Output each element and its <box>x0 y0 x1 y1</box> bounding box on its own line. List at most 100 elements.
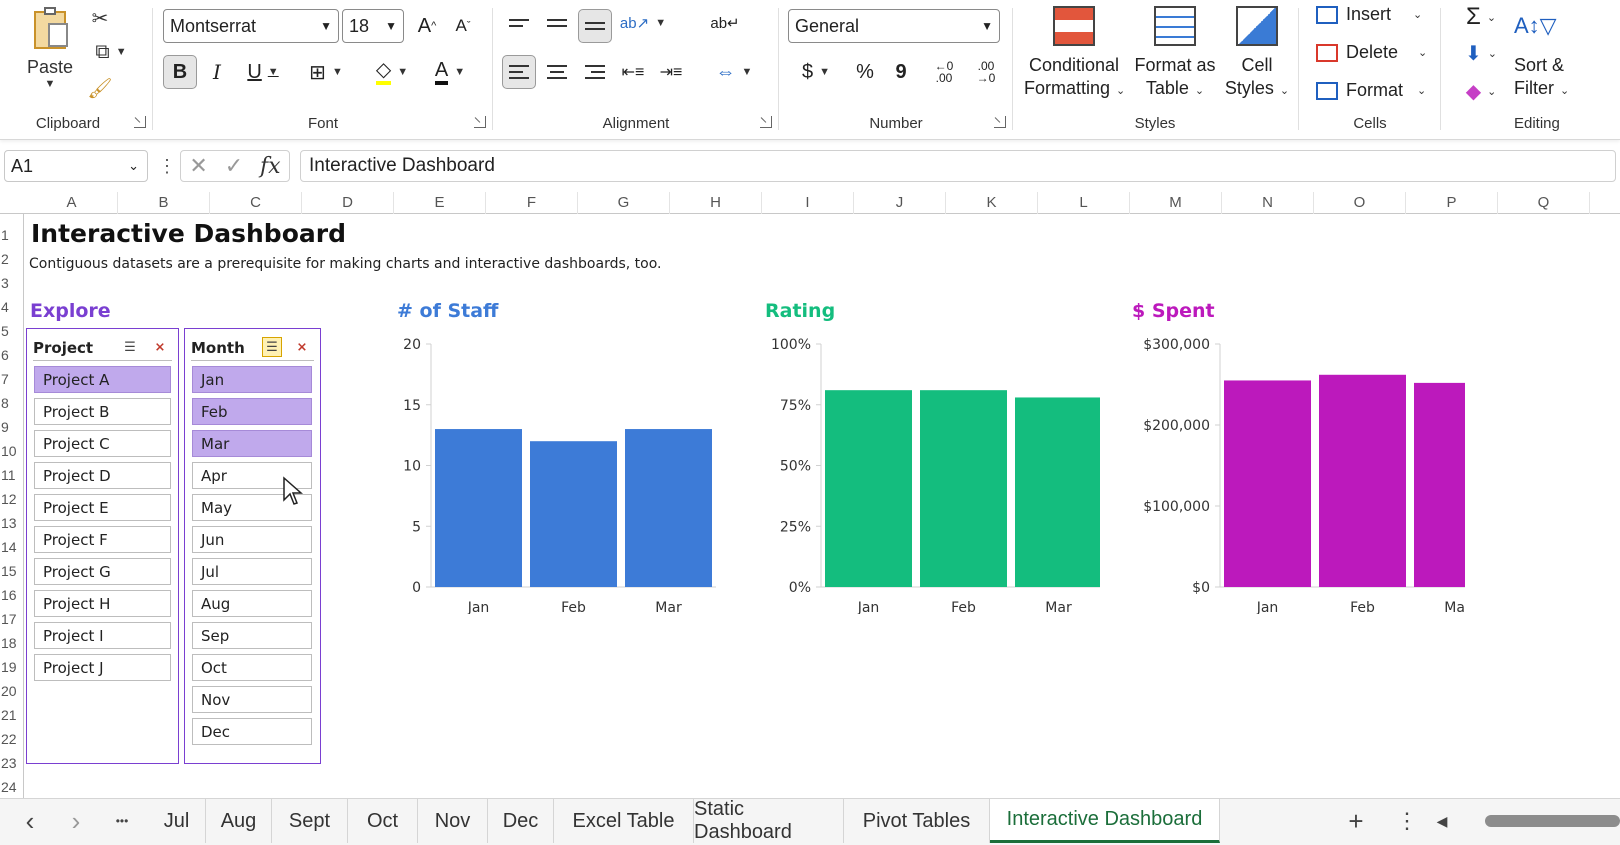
multi-select-icon[interactable]: ☰ <box>262 337 282 357</box>
sheet-tab[interactable]: Interactive Dashboard <box>990 799 1220 843</box>
format-painter-button[interactable]: 🖌 <box>86 74 114 102</box>
column-header[interactable]: O <box>1314 192 1406 214</box>
column-header[interactable]: F <box>486 192 578 214</box>
column-header[interactable]: B <box>118 192 210 214</box>
rating-chart-title[interactable]: Rating <box>765 300 835 322</box>
slicer-item[interactable]: Project B <box>34 398 171 425</box>
percent-button[interactable]: % <box>848 55 882 89</box>
row-header[interactable]: 11 <box>0 467 24 483</box>
row-header[interactable]: 10 <box>0 443 24 459</box>
slicer-item[interactable]: Project H <box>34 590 171 617</box>
clear-button[interactable]: ◆ ⌄ <box>1456 74 1506 108</box>
add-sheet-button[interactable]: + <box>1336 799 1376 843</box>
align-left-button[interactable] <box>502 55 536 89</box>
formula-input[interactable]: Interactive Dashboard <box>300 150 1616 182</box>
row-header[interactable]: 21 <box>0 707 24 723</box>
clipboard-launcher-icon[interactable] <box>134 116 146 128</box>
staff-chart-title[interactable]: # of Staff <box>397 300 498 322</box>
font-size-select[interactable]: 18 ▼ <box>342 9 404 43</box>
orientation-button[interactable]: ab↗ ▼ <box>618 6 668 40</box>
row-header[interactable]: 17 <box>0 611 24 627</box>
align-middle-button[interactable] <box>540 6 574 40</box>
slicer-item[interactable]: Project C <box>34 430 171 457</box>
row-header[interactable]: 24 <box>0 779 24 795</box>
row-header[interactable]: 23 <box>0 755 24 771</box>
row-header[interactable]: 8 <box>0 395 24 411</box>
sheet-tab[interactable]: Excel Table <box>554 799 694 843</box>
font-color-button[interactable]: A ▼ <box>424 55 476 89</box>
row-header[interactable]: 9 <box>0 419 24 435</box>
grow-font-button[interactable]: A ^ <box>410 9 444 43</box>
fill-color-button[interactable]: ◇ ▼ <box>366 55 418 89</box>
comma-style-button[interactable]: 9 <box>884 55 918 89</box>
sheet-tab[interactable]: Oct <box>348 799 418 843</box>
slicer-item[interactable]: Sep <box>192 622 312 649</box>
column-header[interactable]: L <box>1038 192 1130 214</box>
paste-dropdown-icon[interactable]: ▼ <box>45 78 56 90</box>
row-header[interactable]: 2 <box>0 251 24 267</box>
column-header[interactable]: Q <box>1498 192 1590 214</box>
column-header[interactable]: J <box>854 192 946 214</box>
sheet-tab[interactable]: Sept <box>272 799 348 843</box>
worksheet[interactable]: Interactive Dashboard Contiguous dataset… <box>25 214 1620 798</box>
slicer-item[interactable]: Jul <box>192 558 312 585</box>
number-format-select[interactable]: General ▼ <box>788 9 1000 43</box>
cell-styles-button[interactable]: Cell Styles ⌄ <box>1222 6 1292 103</box>
underline-button[interactable]: U ▼ <box>238 55 288 89</box>
conditional-formatting-button[interactable]: Conditional Formatting ⌄ <box>1024 6 1125 103</box>
number-launcher-icon[interactable] <box>994 116 1006 128</box>
merge-center-button[interactable]: ⇔ ▼ <box>708 55 760 89</box>
slicer-item[interactable]: Jun <box>192 526 312 553</box>
column-header[interactable]: M <box>1130 192 1222 214</box>
prev-sheet-button[interactable]: ‹ <box>10 799 50 843</box>
sheet-tab[interactable]: Static Dashboard <box>694 798 844 843</box>
slicer-item[interactable]: Project A <box>34 366 171 393</box>
more-options-icon[interactable]: ⋮ <box>158 156 176 177</box>
row-header[interactable]: 1 <box>0 227 24 243</box>
scroll-left-icon[interactable]: ◀ <box>1432 799 1452 843</box>
sheet-tab[interactable]: Pivot Tables <box>844 799 990 843</box>
row-header[interactable]: 7 <box>0 371 24 387</box>
alignment-launcher-icon[interactable] <box>760 116 772 128</box>
row-header[interactable]: 3 <box>0 275 24 291</box>
fill-button[interactable]: ⬇ ⌄ <box>1456 36 1506 70</box>
copy-button[interactable]: ⧉ ▼ <box>86 38 136 66</box>
name-box[interactable]: A1 ⌄ <box>4 150 148 182</box>
delete-button[interactable]: Delete ⌄ <box>1316 42 1427 63</box>
column-header[interactable]: D <box>302 192 394 214</box>
format-cells-button[interactable]: Format ⌄ <box>1316 80 1426 101</box>
wrap-text-button[interactable]: ab↵ <box>708 6 742 40</box>
next-sheet-button[interactable]: › <box>56 799 96 843</box>
rating-chart[interactable]: 0% 25% 50% 75% 100% Jan Feb Mar <box>755 329 1100 614</box>
slicer-item[interactable]: Nov <box>192 686 312 713</box>
sheet-options-icon[interactable]: ⋮ <box>1392 799 1422 843</box>
cut-button[interactable]: ✂ <box>86 4 114 32</box>
sort-filter-button[interactable]: A↕▽ Sort & Filter ⌄ <box>1514 6 1594 103</box>
row-header[interactable]: 4 <box>0 299 24 315</box>
italic-button[interactable]: I <box>200 55 234 89</box>
more-sheets-button[interactable]: ••• <box>100 799 144 843</box>
multi-select-icon[interactable]: ☰ <box>120 337 140 357</box>
row-header[interactable]: 15 <box>0 563 24 579</box>
column-header[interactable]: E <box>394 192 486 214</box>
slicer-item[interactable]: Project E <box>34 494 171 521</box>
spent-chart-title[interactable]: $ Spent <box>1132 300 1215 322</box>
column-header[interactable]: K <box>946 192 1038 214</box>
slicer-item[interactable]: Oct <box>192 654 312 681</box>
font-family-select[interactable]: Montserrat ▼ <box>163 9 339 43</box>
sheet-tab[interactable]: Jul <box>148 799 206 843</box>
slicer-item[interactable]: Project G <box>34 558 171 585</box>
row-header[interactable]: 20 <box>0 683 24 699</box>
staff-chart[interactable]: 0 5 10 15 20 Jan Feb Mar <box>380 329 720 614</box>
month-slicer[interactable]: Month ☰ ⨯ Jan Feb Mar Apr May Jun Jul Aug Sep Oct… <box>184 328 321 764</box>
column-header[interactable]: I <box>762 192 854 214</box>
font-launcher-icon[interactable] <box>474 116 486 128</box>
row-header[interactable]: 5 <box>0 323 24 339</box>
column-header[interactable]: A <box>26 192 118 214</box>
dashboard-subtitle[interactable]: Contiguous datasets are a prerequisite f… <box>29 256 661 272</box>
slicer-item[interactable]: Jan <box>192 366 312 393</box>
clear-filter-icon[interactable]: ⨯ <box>150 337 170 357</box>
column-header[interactable]: N <box>1222 192 1314 214</box>
enter-icon[interactable]: ✓ <box>225 153 243 179</box>
autosum-button[interactable]: Σ ⌄ <box>1456 0 1506 34</box>
